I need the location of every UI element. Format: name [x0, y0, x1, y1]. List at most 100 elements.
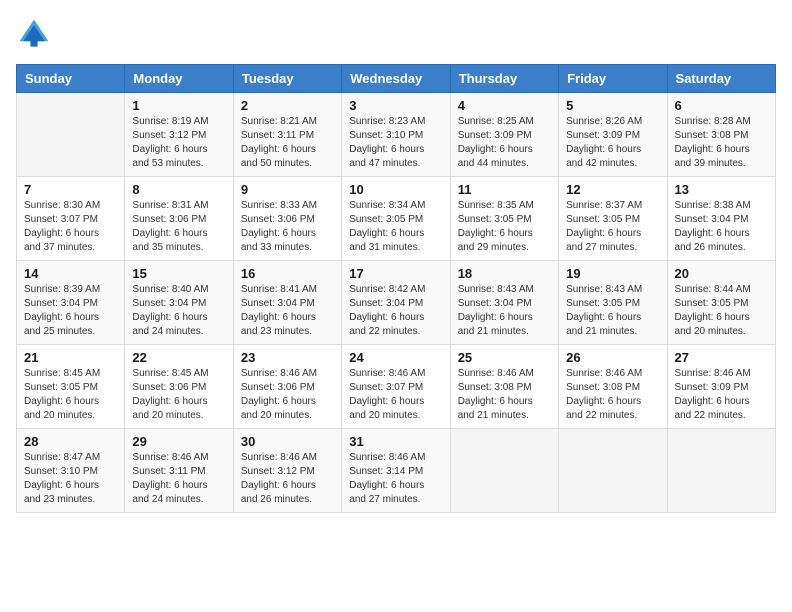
day-number: 20: [675, 266, 768, 281]
day-info: Sunrise: 8:46 AMSunset: 3:08 PMDaylight:…: [458, 367, 551, 423]
calendar-cell: [667, 429, 775, 513]
calendar-cell: 18Sunrise: 8:43 AMSunset: 3:04 PMDayligh…: [450, 261, 558, 345]
day-info: Sunrise: 8:25 AMSunset: 3:09 PMDaylight:…: [458, 115, 551, 171]
day-info: Sunrise: 8:31 AMSunset: 3:06 PMDaylight:…: [132, 199, 225, 255]
day-number: 10: [349, 182, 442, 197]
calendar-cell: 24 Sunrise: 8:46 AMSunset: 3:07 PMDayligh…: [342, 345, 450, 429]
calendar-cell: 13 Sunrise: 8:38 AMSunset: 3:04 PMDayligh…: [667, 177, 775, 261]
day-info: Sunrise: 8:35 AMSunset: 3:05 PMDaylight:…: [458, 199, 551, 255]
calendar-header: SundayMondayTuesdayWednesdayThursdayFrid…: [17, 65, 776, 93]
day-info: Sunrise: 8:46 AMSunset: 3:11 PMDaylight:…: [132, 451, 225, 507]
calendar-cell: [559, 429, 667, 513]
calendar-cell: 19Sunrise: 8:43 AMSunset: 3:05 PMDayligh…: [559, 261, 667, 345]
day-number: 28: [24, 434, 117, 449]
day-info: Sunrise: 8:38 AMSunset: 3:04 PMDaylight:…: [675, 199, 768, 255]
day-number: 11: [458, 182, 551, 197]
day-info: Sunrise: 8:37 AMSunset: 3:05 PMDaylight:…: [566, 199, 659, 255]
weekday-row: SundayMondayTuesdayWednesdayThursdayFrid…: [17, 65, 776, 93]
day-number: 21: [24, 350, 117, 365]
calendar-cell: 31 Sunrise: 8:46 AMSunset: 3:14 PMDayligh…: [342, 429, 450, 513]
day-number: 13: [675, 182, 768, 197]
day-info: Sunrise: 8:42 AMSunset: 3:04 PMDaylight:…: [349, 283, 442, 339]
calendar-cell: 2Sunrise: 8:21 AMSunset: 3:11 PMDaylight…: [233, 93, 341, 177]
calendar-cell: 28 Sunrise: 8:47 AMSunset: 3:10 PMDayligh…: [17, 429, 125, 513]
calendar-cell: 5 Sunrise: 8:26 AMSunset: 3:09 PMDaylight…: [559, 93, 667, 177]
day-number: 26: [566, 350, 659, 365]
calendar-cell: 16 Sunrise: 8:41 AMSunset: 3:04 PMDayligh…: [233, 261, 341, 345]
week-row-3: 14 Sunrise: 8:39 AMSunset: 3:04 PMDayligh…: [17, 261, 776, 345]
calendar-cell: 4 Sunrise: 8:25 AMSunset: 3:09 PMDaylight…: [450, 93, 558, 177]
day-number: 15: [132, 266, 225, 281]
day-info: Sunrise: 8:41 AMSunset: 3:04 PMDaylight:…: [241, 283, 334, 339]
day-info: Sunrise: 8:47 AMSunset: 3:10 PMDaylight:…: [24, 451, 117, 507]
day-info: Sunrise: 8:46 AMSunset: 3:09 PMDaylight:…: [675, 367, 768, 423]
week-row-1: 1 Sunrise: 8:19 AMSunset: 3:12 PMDaylight…: [17, 93, 776, 177]
day-info: Sunrise: 8:23 AMSunset: 3:10 PMDaylight:…: [349, 115, 442, 171]
weekday-thursday: Thursday: [450, 65, 558, 93]
calendar-body: 1 Sunrise: 8:19 AMSunset: 3:12 PMDaylight…: [17, 93, 776, 513]
day-info: Sunrise: 8:39 AMSunset: 3:04 PMDaylight:…: [24, 283, 117, 339]
day-number: 25: [458, 350, 551, 365]
day-number: 23: [241, 350, 334, 365]
day-info: Sunrise: 8:30 AMSunset: 3:07 PMDaylight:…: [24, 199, 117, 255]
day-number: 1: [132, 98, 225, 113]
week-row-2: 7 Sunrise: 8:30 AMSunset: 3:07 PMDaylight…: [17, 177, 776, 261]
day-info: Sunrise: 8:46 AMSunset: 3:06 PMDaylight:…: [241, 367, 334, 423]
calendar-cell: 26 Sunrise: 8:46 AMSunset: 3:08 PMDayligh…: [559, 345, 667, 429]
day-number: 16: [241, 266, 334, 281]
day-info: Sunrise: 8:45 AMSunset: 3:06 PMDaylight:…: [132, 367, 225, 423]
day-info: Sunrise: 8:40 AMSunset: 3:04 PMDaylight:…: [132, 283, 225, 339]
day-info: Sunrise: 8:28 AMSunset: 3:08 PMDaylight:…: [675, 115, 768, 171]
day-info: Sunrise: 8:34 AMSunset: 3:05 PMDaylight:…: [349, 199, 442, 255]
day-number: 7: [24, 182, 117, 197]
day-number: 29: [132, 434, 225, 449]
calendar-table: SundayMondayTuesdayWednesdayThursdayFrid…: [16, 64, 776, 513]
day-number: 31: [349, 434, 442, 449]
week-row-5: 28 Sunrise: 8:47 AMSunset: 3:10 PMDayligh…: [17, 429, 776, 513]
day-number: 4: [458, 98, 551, 113]
calendar-cell: 17 Sunrise: 8:42 AMSunset: 3:04 PMDayligh…: [342, 261, 450, 345]
day-info: Sunrise: 8:46 AMSunset: 3:07 PMDaylight:…: [349, 367, 442, 423]
calendar-cell: 9Sunrise: 8:33 AMSunset: 3:06 PMDaylight…: [233, 177, 341, 261]
day-info: Sunrise: 8:19 AMSunset: 3:12 PMDaylight:…: [132, 115, 225, 171]
day-info: Sunrise: 8:26 AMSunset: 3:09 PMDaylight:…: [566, 115, 659, 171]
calendar-cell: 29 Sunrise: 8:46 AMSunset: 3:11 PMDayligh…: [125, 429, 233, 513]
calendar-cell: 21 Sunrise: 8:45 AMSunset: 3:05 PMDayligh…: [17, 345, 125, 429]
calendar-cell: 23 Sunrise: 8:46 AMSunset: 3:06 PMDayligh…: [233, 345, 341, 429]
calendar-cell: [450, 429, 558, 513]
calendar-cell: 11 Sunrise: 8:35 AMSunset: 3:05 PMDayligh…: [450, 177, 558, 261]
day-number: 14: [24, 266, 117, 281]
day-info: Sunrise: 8:45 AMSunset: 3:05 PMDaylight:…: [24, 367, 117, 423]
weekday-saturday: Saturday: [667, 65, 775, 93]
calendar-cell: 6 Sunrise: 8:28 AMSunset: 3:08 PMDaylight…: [667, 93, 775, 177]
calendar-cell: 7 Sunrise: 8:30 AMSunset: 3:07 PMDaylight…: [17, 177, 125, 261]
calendar-cell: [17, 93, 125, 177]
weekday-sunday: Sunday: [17, 65, 125, 93]
day-info: Sunrise: 8:46 AMSunset: 3:14 PMDaylight:…: [349, 451, 442, 507]
day-number: 8: [132, 182, 225, 197]
weekday-wednesday: Wednesday: [342, 65, 450, 93]
day-number: 3: [349, 98, 442, 113]
day-number: 24: [349, 350, 442, 365]
day-info: Sunrise: 8:33 AMSunset: 3:06 PMDaylight:…: [241, 199, 334, 255]
logo: [16, 16, 58, 52]
day-number: 22: [132, 350, 225, 365]
day-info: Sunrise: 8:44 AMSunset: 3:05 PMDaylight:…: [675, 283, 768, 339]
week-row-4: 21 Sunrise: 8:45 AMSunset: 3:05 PMDayligh…: [17, 345, 776, 429]
day-info: Sunrise: 8:21 AMSunset: 3:11 PMDaylight:…: [241, 115, 334, 171]
day-number: 6: [675, 98, 768, 113]
logo-icon: [16, 16, 52, 52]
day-number: 17: [349, 266, 442, 281]
page-header: [16, 16, 776, 52]
calendar-cell: 20 Sunrise: 8:44 AMSunset: 3:05 PMDayligh…: [667, 261, 775, 345]
calendar-cell: 3 Sunrise: 8:23 AMSunset: 3:10 PMDaylight…: [342, 93, 450, 177]
day-info: Sunrise: 8:46 AMSunset: 3:08 PMDaylight:…: [566, 367, 659, 423]
calendar-cell: 30Sunrise: 8:46 AMSunset: 3:12 PMDayligh…: [233, 429, 341, 513]
day-number: 5: [566, 98, 659, 113]
calendar-cell: 8 Sunrise: 8:31 AMSunset: 3:06 PMDaylight…: [125, 177, 233, 261]
weekday-monday: Monday: [125, 65, 233, 93]
calendar-cell: 25 Sunrise: 8:46 AMSunset: 3:08 PMDayligh…: [450, 345, 558, 429]
day-number: 27: [675, 350, 768, 365]
weekday-tuesday: Tuesday: [233, 65, 341, 93]
day-number: 30: [241, 434, 334, 449]
